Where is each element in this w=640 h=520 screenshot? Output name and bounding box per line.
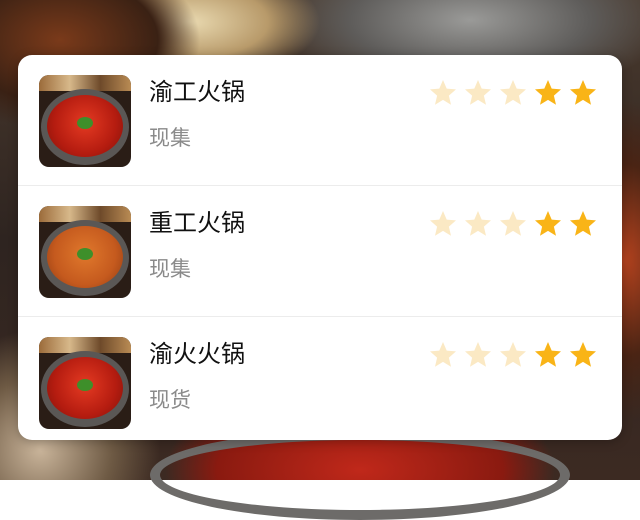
restaurant-name: 渝工火锅 [149,78,245,106]
star-empty-icon [498,209,528,239]
star-empty-icon [428,340,458,370]
star-empty-icon [498,340,528,370]
rating-stars [428,340,608,370]
restaurant-status: 现货 [149,388,191,412]
restaurant-status: 现集 [149,126,191,150]
star-filled-icon [568,209,598,239]
rating-stars [428,78,608,108]
restaurant-status: 现集 [149,257,191,281]
star-empty-icon [428,78,458,108]
hotpot-thumbnail [39,75,131,167]
restaurant-name: 重工火锅 [149,209,245,237]
list-item[interactable]: 渝工火锅 现集 [18,55,622,185]
restaurant-name: 渝火火锅 [149,340,245,368]
star-empty-icon [463,209,493,239]
star-filled-icon [533,340,563,370]
pot-rim [150,430,570,520]
list-item[interactable]: 重工火锅 现集 [18,186,622,316]
star-empty-icon [498,78,528,108]
star-filled-icon [568,78,598,108]
star-filled-icon [533,209,563,239]
star-empty-icon [428,209,458,239]
star-filled-icon [533,78,563,108]
star-empty-icon [463,340,493,370]
star-empty-icon [463,78,493,108]
hotpot-thumbnail [39,206,131,298]
star-filled-icon [568,340,598,370]
rating-stars [428,209,608,239]
hotpot-thumbnail [39,337,131,429]
list-item[interactable]: 渝火火锅 现货 [18,317,622,440]
restaurant-list-card: 渝工火锅 现集 重工火锅 现集 渝火火锅 现货 [18,55,622,440]
